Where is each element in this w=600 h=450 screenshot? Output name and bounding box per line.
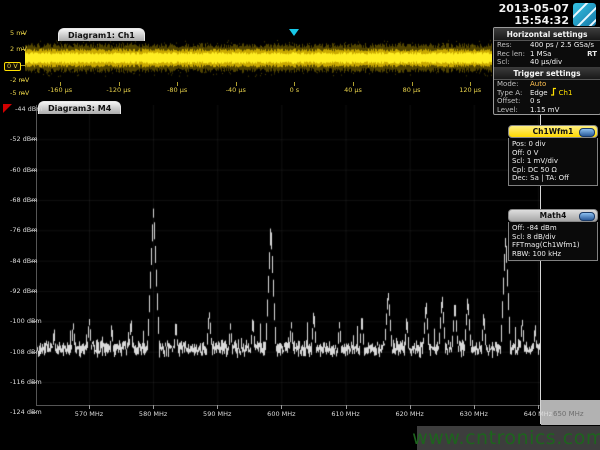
math4-signal-box-header[interactable]: Math4 — [508, 209, 598, 222]
tick-mark — [21, 49, 25, 50]
settings-row-trigger-mode[interactable]: Mode: Auto — [494, 80, 600, 89]
tick-mark — [294, 82, 295, 86]
tick-mark — [217, 405, 218, 409]
tick-mark — [410, 405, 411, 409]
tick-mark — [31, 200, 36, 201]
tick-mark — [474, 405, 475, 409]
tick-mark — [31, 230, 36, 231]
rohde-schwarz-logo-icon — [573, 3, 596, 26]
edge-slope-icon — [550, 87, 557, 98]
tick-mark — [60, 82, 61, 86]
spectrum-plot — [36, 105, 540, 405]
d1-y-label: -5 mV — [10, 90, 29, 97]
datetime-display: 2013-05-07 15:54:32 — [499, 3, 569, 27]
tick-mark — [21, 65, 25, 66]
watermark-text: www.cntronics.com — [412, 427, 600, 449]
tick-mark — [31, 321, 36, 322]
spectrum-y-axis-line — [36, 105, 37, 406]
settings-row-record-length[interactable]: Rec len: 1 MSa RT — [494, 50, 600, 59]
tick-mark — [31, 170, 36, 171]
d1-x-label: -80 µs — [167, 87, 187, 94]
tick-mark — [177, 82, 178, 86]
math4-box-row: Off: -84 dBm — [512, 224, 594, 233]
d3-x-label: 600 MHz — [267, 411, 295, 418]
math4-box-row: FFTmag(Ch1Wfm1) — [512, 241, 594, 250]
d1-x-label: -160 µs — [48, 87, 72, 94]
reference-level-label: -44 dBm — [15, 106, 43, 113]
reference-level-flag-icon[interactable] — [3, 104, 12, 113]
watermark-strip: www.cntronics.com — [417, 426, 600, 450]
d1-x-label: -40 µs — [226, 87, 246, 94]
settings-row-timescale[interactable]: Scl: 40 µs/div — [494, 58, 600, 67]
tick-mark — [119, 82, 120, 86]
tick-mark — [470, 82, 471, 86]
settings-row-trigger-level[interactable]: Level: 1.15 mV — [494, 106, 600, 115]
tick-mark — [21, 93, 25, 94]
math4-enable-toggle[interactable] — [579, 212, 595, 221]
ch1-box-row: Cpl: DC 50 Ω — [512, 166, 594, 175]
tick-mark — [153, 405, 154, 409]
ch1-box-row: Dec: Sa | TA: Off — [512, 174, 594, 183]
d3-x-label: 630 MHz — [460, 411, 488, 418]
spectrum-x-axis-line — [36, 405, 540, 406]
trigger-source-label: Ch1 — [559, 89, 573, 97]
tick-mark — [31, 139, 36, 140]
horizontal-settings-header[interactable]: Horizontal settings — [494, 28, 600, 41]
d3-y-label: -116 dBm — [10, 379, 42, 386]
ch1-box-row: Scl: 1 mV/div — [512, 157, 594, 166]
tick-mark — [538, 405, 539, 409]
trigger-position-marker-icon[interactable] — [289, 29, 299, 36]
d1-x-label: 40 µs — [344, 87, 362, 94]
oscilloscope-screen: 2013-05-07 15:54:32 Diagram1: Ch1 Diagra… — [0, 0, 600, 450]
tick-mark — [346, 405, 347, 409]
d3-x-label: 620 MHz — [395, 411, 423, 418]
tab-diagram3[interactable]: Diagram3: M4 — [38, 101, 121, 114]
d3-y-label: -100 dBm — [10, 318, 42, 325]
d3-x-label: 640 MHz — [524, 411, 552, 418]
settings-row-trigger-type[interactable]: Type A: Edge Ch1 — [494, 88, 600, 97]
d3-x-label: 580 MHz — [139, 411, 167, 418]
realtime-badge: RT — [587, 50, 597, 58]
tick-mark — [89, 405, 90, 409]
ch1-signal-box-header[interactable]: Ch1Wfm1 — [508, 125, 598, 138]
time-label: 15:54:32 — [499, 15, 569, 27]
tick-mark — [31, 412, 36, 413]
math4-box-row: RBW: 100 kHz — [512, 250, 594, 259]
d3-x-label: 570 MHz — [75, 411, 103, 418]
tick-mark — [236, 82, 237, 86]
tick-mark — [31, 261, 36, 262]
tick-mark — [31, 291, 36, 292]
ch1-box-row: Off: 0 V — [512, 149, 594, 158]
tick-mark — [21, 33, 25, 34]
settings-row-resolution[interactable]: Res: 400 ps / 2.5 GSa/s — [494, 41, 600, 50]
tick-mark — [281, 405, 282, 409]
tick-mark — [31, 382, 36, 383]
d3-x-label: 590 MHz — [203, 411, 231, 418]
tick-mark — [353, 82, 354, 86]
trigger-settings-header[interactable]: Trigger settings — [494, 67, 600, 80]
d1-x-label: -120 µs — [106, 87, 130, 94]
tab-diagram1[interactable]: Diagram1: Ch1 — [58, 28, 145, 41]
tick-mark — [31, 352, 36, 353]
math4-box-row: Scl: 8 dB/div — [512, 233, 594, 242]
ch1-signal-box[interactable]: Ch1Wfm1 Pos: 0 div Off: 0 V Scl: 1 mV/di… — [508, 125, 598, 186]
d1-y-label: -2 mV — [10, 77, 29, 84]
tick-mark — [21, 80, 25, 81]
math4-signal-box[interactable]: Math4 Off: -84 dBm Scl: 8 dB/div FFTmag(… — [508, 209, 598, 261]
tick-mark — [412, 82, 413, 86]
d1-x-label: 80 µs — [403, 87, 421, 94]
ch1-box-row: Pos: 0 div — [512, 140, 594, 149]
settings-panel: Horizontal settings Res: 400 ps / 2.5 GS… — [493, 27, 600, 115]
d1-x-label: 120 µs — [459, 87, 481, 94]
d3-y-label: -124 dBm — [10, 409, 42, 416]
dim-frequency-label: 650 MHz — [553, 410, 584, 418]
settings-row-trigger-offset[interactable]: Offset: 0 s — [494, 97, 600, 106]
d3-x-label: 610 MHz — [331, 411, 359, 418]
d1-y-label: 0 V — [4, 62, 21, 71]
ch1-enable-toggle[interactable] — [579, 128, 595, 137]
d3-y-label: -108 dBm — [10, 349, 42, 356]
d1-x-label: 0 s — [290, 87, 300, 94]
